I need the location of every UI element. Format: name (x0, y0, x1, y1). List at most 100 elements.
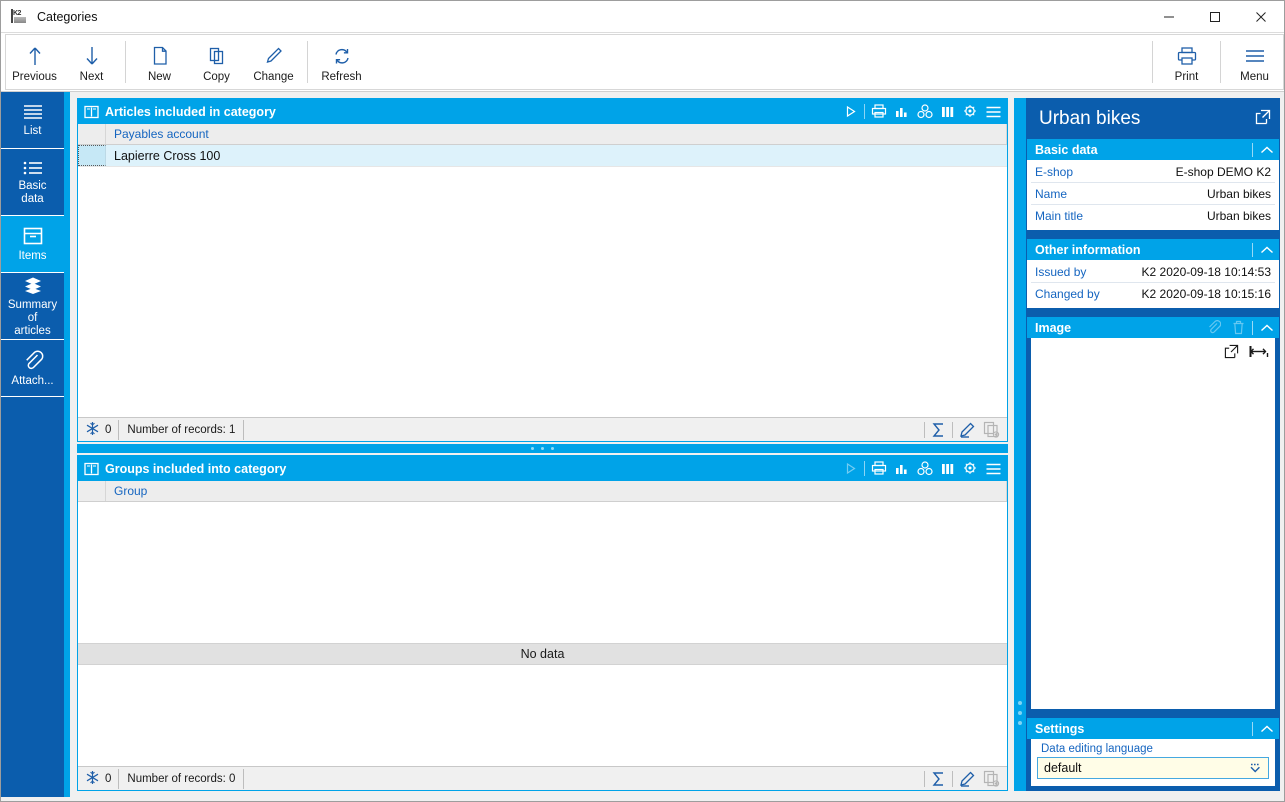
pivot-icon[interactable] (913, 457, 936, 480)
groups-filter-count: 0 (105, 772, 112, 785)
chevron-down-icon[interactable] (1248, 761, 1264, 775)
field-row-changed-by[interactable]: Changed by K2 2020-09-18 10:15:16 (1031, 283, 1275, 305)
chevron-up-icon[interactable] (1257, 240, 1277, 259)
image-preview-area[interactable] (1031, 338, 1275, 709)
chevron-up-icon[interactable] (1257, 318, 1277, 337)
groups-filter-status[interactable]: 0 (82, 768, 120, 789)
refresh-icon (332, 43, 352, 69)
table-row[interactable]: Lapierre Cross 100 (78, 145, 1007, 167)
groups-panel-header: Groups included into category (78, 456, 1007, 481)
sum-icon[interactable] (926, 768, 951, 790)
sidebar-item-items[interactable]: Items (1, 216, 64, 273)
print-icon[interactable] (867, 457, 890, 480)
chart-icon[interactable] (890, 100, 913, 123)
change-button[interactable]: Change (245, 35, 302, 89)
fit-width-icon[interactable] (1249, 344, 1269, 364)
groups-grid-footer: 0 Number of records: 0 (78, 766, 1007, 790)
articles-column-payables-account[interactable]: Payables account (106, 124, 1007, 144)
field-label-main-title: Main title (1035, 209, 1084, 223)
columns-icon[interactable] (936, 100, 959, 123)
section-header-basic-data[interactable]: Basic data (1027, 139, 1279, 160)
splitter-dot (531, 447, 534, 450)
columns-icon[interactable] (936, 457, 959, 480)
copy-row-icon[interactable] (979, 768, 1004, 790)
hamburger-icon (1243, 43, 1267, 69)
section-header-image[interactable]: Image (1027, 317, 1279, 338)
sidebar-item-basic-data[interactable]: Basic data (1, 149, 64, 216)
close-button[interactable] (1238, 1, 1284, 33)
field-row-main-title[interactable]: Main title Urban bikes (1031, 205, 1275, 227)
horizontal-splitter[interactable] (77, 442, 1008, 455)
edit-icon[interactable] (954, 419, 979, 441)
sidebar-item-list[interactable]: List (1, 92, 64, 149)
bulleted-list-icon (21, 160, 45, 176)
chevron-up-icon[interactable] (1257, 140, 1277, 159)
field-row-issued-by[interactable]: Issued by K2 2020-09-18 10:14:53 (1031, 261, 1275, 283)
chart-icon[interactable] (890, 457, 913, 480)
sidebar-item-summary-of-articles[interactable]: Summary of articles (1, 273, 64, 340)
menu-icon[interactable] (982, 457, 1005, 480)
next-label: Next (79, 71, 104, 83)
refresh-button[interactable]: Refresh (313, 35, 370, 89)
center-content: Articles included in category Payables a… (70, 92, 1014, 797)
splitter-dot (1018, 701, 1022, 705)
field-label-issued-by: Issued by (1035, 264, 1087, 279)
toolbar-separator-2 (307, 41, 308, 83)
row-selector[interactable] (78, 145, 106, 166)
print-button[interactable]: Print (1158, 35, 1215, 89)
pivot-icon[interactable] (913, 100, 936, 123)
section-separator (1252, 320, 1253, 335)
next-button[interactable]: Next (63, 35, 120, 89)
sidebar-item-attachments[interactable]: Attach... (1, 340, 64, 397)
field-row-eshop[interactable]: E-shop E-shop DEMO K2 (1031, 161, 1275, 183)
tools-separator (864, 104, 865, 119)
groups-footer-tools (923, 768, 1004, 790)
section-header-settings[interactable]: Settings (1027, 718, 1279, 739)
arrow-up-icon (25, 43, 45, 69)
menu-icon[interactable] (982, 100, 1005, 123)
vertical-splitter[interactable] (1014, 98, 1026, 791)
minimize-button[interactable] (1146, 1, 1192, 33)
new-button[interactable]: New (131, 35, 188, 89)
articles-filter-status[interactable]: 0 (82, 419, 120, 440)
sidebar-label-items: Items (18, 250, 47, 262)
row-cell-payables-account[interactable]: Lapierre Cross 100 (106, 145, 1007, 166)
groups-column-group[interactable]: Group (106, 481, 1007, 501)
paperclip-icon[interactable] (1204, 318, 1224, 337)
field-label-eshop: E-shop (1035, 164, 1074, 179)
data-editing-language-select[interactable]: default (1037, 757, 1269, 779)
external-link-icon[interactable] (1224, 344, 1239, 364)
run-icon[interactable] (839, 457, 862, 480)
print-label: Print (1174, 71, 1199, 83)
sum-icon[interactable] (926, 419, 951, 441)
maximize-button[interactable] (1192, 1, 1238, 33)
sidebar-filler (1, 397, 64, 797)
section-body-settings: Data editing language default (1031, 739, 1275, 786)
copy-row-icon[interactable] (979, 419, 1004, 441)
run-icon[interactable] (839, 100, 862, 123)
settings-icon[interactable] (959, 457, 982, 480)
articles-grid-corner[interactable] (78, 124, 106, 144)
field-row-name[interactable]: Name Urban bikes (1031, 183, 1275, 205)
copy-button[interactable]: Copy (188, 35, 245, 89)
section-separator (1252, 142, 1253, 157)
sidebar-label-summary-of-articles: Summary of articles (7, 298, 58, 337)
detail-heading: Urban bikes (1039, 108, 1141, 129)
articles-footer-tools (923, 419, 1004, 441)
settings-icon[interactable] (959, 100, 982, 123)
paperclip-icon (22, 349, 44, 371)
external-link-icon[interactable] (1255, 109, 1271, 130)
toolbar-separator-4 (1220, 41, 1221, 83)
data-editing-language-value: default (1044, 761, 1082, 775)
trash-icon[interactable] (1228, 318, 1248, 337)
menu-button[interactable]: Menu (1226, 35, 1283, 89)
groups-grid-corner[interactable] (78, 481, 106, 501)
articles-panel: Articles included in category Payables a… (77, 98, 1008, 442)
print-icon[interactable] (867, 100, 890, 123)
chevron-up-icon[interactable] (1257, 719, 1277, 738)
edit-icon[interactable] (954, 768, 979, 790)
previous-button[interactable]: Previous (6, 35, 63, 89)
toolbar: Previous Next New Copy Change Refresh Pr… (1, 33, 1284, 92)
section-header-other-information[interactable]: Other information (1027, 239, 1279, 260)
section-gap-2 (1027, 308, 1279, 317)
